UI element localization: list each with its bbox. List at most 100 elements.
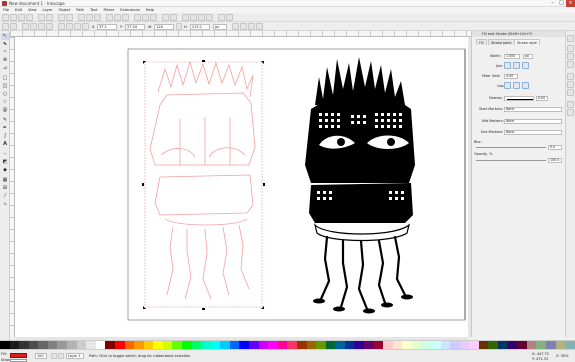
layer-visibility-icon[interactable] [51, 353, 57, 359]
palette-swatch[interactable] [210, 341, 221, 349]
calligraphy-tool-icon[interactable]: ∫ [1, 133, 9, 140]
spiral-tool-icon[interactable]: @ [1, 107, 9, 114]
zoom-selection-icon[interactable] [106, 14, 113, 21]
tab-fill[interactable]: Fill [476, 39, 487, 45]
x-field[interactable]: 37.1 [97, 23, 117, 30]
palette-swatch[interactable] [450, 341, 460, 349]
palette-swatch[interactable] [344, 341, 355, 349]
connector-tool-icon[interactable]: ⤷ [1, 201, 9, 208]
round-join-icon[interactable] [513, 62, 520, 69]
minimize-icon[interactable]: – [548, 0, 557, 7]
palette-swatch[interactable] [191, 341, 202, 349]
handle-left[interactable] [142, 183, 144, 186]
new-document-icon[interactable] [2, 14, 9, 21]
clone-icon[interactable] [142, 14, 149, 21]
snap-nodes-icon[interactable] [567, 73, 574, 80]
unlink-clone-icon[interactable] [150, 14, 157, 21]
palette-swatch[interactable] [9, 341, 20, 349]
width-field[interactable]: 1.000 [504, 54, 520, 59]
snap-toggle-icon[interactable] [567, 35, 574, 42]
palette-swatch[interactable] [47, 341, 58, 349]
width-unit-select[interactable]: px [523, 54, 533, 59]
select-all-layers-icon[interactable] [10, 23, 17, 30]
palette-swatch[interactable] [431, 341, 441, 349]
palette-swatch[interactable] [392, 341, 403, 349]
palette-swatch[interactable] [249, 341, 259, 349]
palette-swatch[interactable] [459, 341, 470, 349]
snap-page-icon[interactable] [567, 101, 574, 108]
align-distribute-icon[interactable] [206, 14, 213, 21]
handle-bottom[interactable] [202, 308, 205, 310]
palette-swatch[interactable] [507, 341, 518, 349]
tweak-tool-icon[interactable]: ~ [1, 49, 9, 56]
palette-swatch[interactable] [162, 341, 173, 349]
palette-swatch[interactable] [411, 341, 422, 349]
palette-swatch[interactable] [478, 341, 489, 349]
snap-grid-icon[interactable] [567, 109, 574, 116]
flip-vertical-icon[interactable] [46, 23, 53, 30]
cut-icon[interactable] [86, 14, 93, 21]
palette-swatch[interactable] [114, 341, 125, 349]
maximize-icon[interactable]: □ [557, 0, 566, 7]
ellipse-tool-icon[interactable]: ○ [1, 91, 9, 98]
palette-swatch[interactable] [325, 341, 336, 349]
palette-swatch[interactable] [0, 341, 10, 349]
xml-editor-icon[interactable] [198, 14, 205, 21]
lower-icon[interactable] [74, 23, 81, 30]
paste-icon[interactable] [94, 14, 101, 21]
snap-bbox-corner-icon[interactable] [567, 61, 574, 68]
group-icon[interactable] [162, 14, 169, 21]
palette-swatch[interactable] [143, 341, 154, 349]
open-file-icon[interactable] [10, 14, 17, 21]
fill-stroke-dialog-icon[interactable] [182, 14, 189, 21]
raise-icon[interactable] [66, 23, 73, 30]
undo-icon[interactable] [58, 14, 65, 21]
zoom-drawing-icon[interactable] [114, 14, 121, 21]
palette-swatch[interactable] [498, 341, 508, 349]
handle-top[interactable] [202, 60, 205, 62]
palette-swatch[interactable] [28, 341, 39, 349]
save-icon[interactable] [18, 14, 25, 21]
palette-swatch[interactable] [488, 341, 499, 349]
miter-limit-field[interactable]: 4.00 [504, 74, 518, 79]
scale-stroke-icon[interactable] [232, 23, 239, 30]
flip-horizontal-icon[interactable] [38, 23, 45, 30]
miter-join-icon[interactable] [504, 62, 511, 69]
palette-swatch[interactable] [383, 341, 393, 349]
opacity-slider[interactable] [476, 160, 546, 161]
palette-swatch[interactable] [440, 341, 451, 349]
palette-swatch[interactable] [76, 341, 87, 349]
dropper-tool-icon[interactable]: ⁄ [1, 193, 9, 200]
box-3d-tool-icon[interactable]: ◫ [1, 83, 9, 90]
zoom-tool-icon[interactable]: ⊕ [1, 57, 9, 64]
palette-swatch[interactable] [354, 341, 364, 349]
measure-tool-icon[interactable]: ⊿ [1, 65, 9, 72]
color-palette[interactable] [0, 340, 575, 349]
palette-swatch[interactable] [153, 341, 163, 349]
lock-icon[interactable] [176, 23, 182, 30]
mid-markers-select[interactable]: None [504, 119, 562, 124]
handle-right[interactable] [263, 183, 265, 186]
export-icon[interactable] [46, 14, 53, 21]
opacity-status-field[interactable]: 100 [35, 353, 47, 359]
mesh-tool-icon[interactable]: ⊞ [1, 185, 9, 192]
palette-swatch[interactable] [402, 341, 412, 349]
units-select[interactable]: px [213, 23, 227, 30]
pen-tool-icon[interactable]: ✒ [1, 125, 9, 132]
scale-corners-icon[interactable] [240, 23, 247, 30]
rectangle-tool-icon[interactable]: □ [1, 75, 9, 82]
palette-swatch[interactable] [172, 341, 182, 349]
palette-swatch[interactable] [57, 341, 68, 349]
palette-swatch[interactable] [363, 341, 374, 349]
palette-swatch[interactable] [105, 341, 115, 349]
palette-swatch[interactable] [306, 341, 317, 349]
w-field[interactable]: 118 [154, 23, 174, 30]
end-markers-select[interactable]: None [504, 130, 562, 135]
print-icon[interactable] [26, 14, 33, 21]
import-icon[interactable] [38, 14, 45, 21]
text-tool-icon[interactable]: A [1, 141, 9, 148]
document-properties-icon[interactable] [226, 14, 233, 21]
duplicate-icon[interactable] [134, 14, 141, 21]
snap-path-icon[interactable] [567, 81, 574, 88]
palette-swatch[interactable] [124, 341, 135, 349]
